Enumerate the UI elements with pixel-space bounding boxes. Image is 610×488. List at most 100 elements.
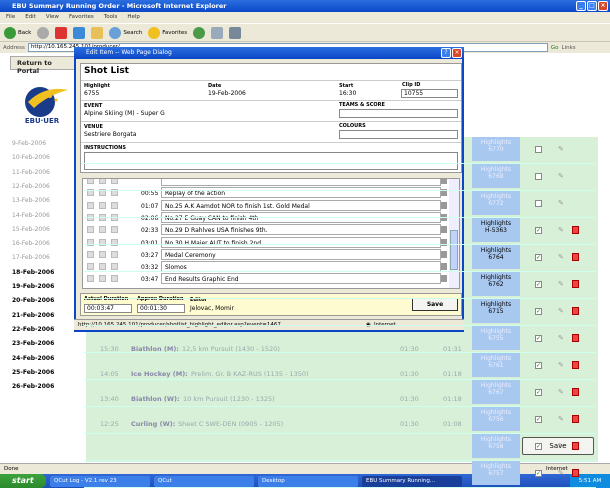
move-down-icon[interactable] xyxy=(99,275,106,283)
shot-row[interactable]: 03:47 End Results Graphic End xyxy=(87,273,447,285)
move-up-icon[interactable] xyxy=(87,179,94,184)
edit-pencil-icon[interactable]: ✎ xyxy=(558,199,566,207)
edit-pencil-icon[interactable]: ✎ xyxy=(558,172,566,180)
edit-pencil-icon[interactable]: ✎ xyxy=(558,253,566,261)
date-item[interactable]: 21-Feb-2006 xyxy=(8,309,78,321)
highlight-checkbox[interactable]: ✓ xyxy=(535,362,542,369)
edit-pencil-icon[interactable]: ✎ xyxy=(558,361,566,369)
pdf-icon[interactable] xyxy=(572,226,579,234)
edit-pencil-icon[interactable]: ✎ xyxy=(558,307,566,315)
shot-description-input[interactable]: No.29 D Rahlves USA finishes 9th. xyxy=(161,224,441,236)
edit-pencil-icon[interactable]: ✎ xyxy=(558,226,566,234)
minimize-icon[interactable]: _ xyxy=(576,1,586,11)
shot-row[interactable] xyxy=(87,179,447,187)
menu-edit[interactable]: Edit xyxy=(25,14,36,23)
shot-row[interactable]: 02:33 No.29 D Rahlves USA finishes 9th. xyxy=(87,224,447,236)
pdf-icon[interactable] xyxy=(572,415,579,423)
favorites-button[interactable]: Favorites xyxy=(148,26,187,39)
highlight-checkbox[interactable]: ✓ xyxy=(535,470,542,477)
return-to-portal-button[interactable]: Return to Portal xyxy=(10,56,78,75)
highlight-checkbox[interactable] xyxy=(535,173,542,180)
shot-description-input[interactable]: No.25 A.K Aamdot NOR to finish 1st. Gold… xyxy=(161,199,441,211)
scrollbar-thumb[interactable] xyxy=(450,230,458,270)
shot-row[interactable]: 03:01 No.30 H Maier AUT to finish 2nd. xyxy=(87,236,447,249)
approx-duration-input[interactable]: 00:01:30 xyxy=(137,304,185,313)
menu-help[interactable]: Help xyxy=(127,14,140,23)
pdf-icon[interactable] xyxy=(572,280,579,288)
trash-icon[interactable] xyxy=(441,275,447,283)
highlight-checkbox[interactable]: ✓ xyxy=(535,281,542,288)
pdf-icon[interactable] xyxy=(572,334,579,342)
date-item[interactable]: 12-Feb-2006 xyxy=(8,180,78,192)
menu-file[interactable]: File xyxy=(6,14,15,23)
menu-favorites[interactable]: Favorites xyxy=(69,14,94,23)
date-item[interactable]: 24-Feb-2006 xyxy=(8,352,78,364)
highlight-checkbox[interactable]: ✓ xyxy=(535,443,542,450)
edit-pencil-icon[interactable]: ✎ xyxy=(558,280,566,288)
links-label[interactable]: Links xyxy=(562,45,576,51)
edit-pencil-icon[interactable]: ✎ xyxy=(558,334,566,342)
clip-id-input[interactable]: 10755 xyxy=(401,89,458,98)
move-up-icon[interactable] xyxy=(87,263,94,271)
highlight-checkbox[interactable]: ✓ xyxy=(535,335,542,342)
dialog-close-icon[interactable]: × xyxy=(452,48,462,58)
insert-icon[interactable] xyxy=(111,250,118,258)
date-item[interactable]: 14-Feb-2006 xyxy=(8,209,78,221)
taskbar-item[interactable]: QCut xyxy=(154,475,254,487)
back-button[interactable]: Back xyxy=(4,26,31,39)
edit-pencil-icon[interactable]: ✎ xyxy=(558,442,566,450)
help-icon[interactable]: ? xyxy=(441,48,451,58)
forward-arrow-icon[interactable] xyxy=(37,26,50,39)
highlight-checkbox[interactable] xyxy=(535,146,542,153)
highlight-cell[interactable]: Highlights 6762 xyxy=(472,272,520,296)
highlight-cell[interactable]: Highlights 6770 xyxy=(472,137,520,161)
move-up-icon[interactable] xyxy=(87,275,94,283)
home-icon[interactable] xyxy=(91,26,104,39)
edit-pencil-icon[interactable]: ✎ xyxy=(558,469,566,477)
move-down-icon[interactable] xyxy=(99,201,106,209)
media-icon[interactable] xyxy=(193,26,206,39)
pdf-icon[interactable] xyxy=(572,253,579,261)
table-row[interactable]: 13:40 Biathlon (W): 10 km Pursuit (1230 - … xyxy=(98,395,478,407)
pdf-icon[interactable] xyxy=(572,442,579,450)
date-item[interactable]: 26-Feb-2006 xyxy=(8,380,78,392)
highlight-cell[interactable]: Highlights H-5363 xyxy=(472,218,520,242)
date-item[interactable]: 11-Feb-2006 xyxy=(8,166,78,178)
date-item[interactable]: 15-Feb-2006 xyxy=(8,223,78,235)
menu-tools[interactable]: Tools xyxy=(104,14,118,23)
highlight-cell[interactable]: Highlights 6758 xyxy=(472,434,520,458)
refresh-icon[interactable] xyxy=(73,26,86,39)
pdf-icon[interactable] xyxy=(572,361,579,369)
shot-row[interactable]: 01:07 No.25 A.K Aamdot NOR to finish 1st.… xyxy=(87,199,447,212)
highlight-checkbox[interactable]: ✓ xyxy=(535,308,542,315)
table-row[interactable]: 15:30 Biathlon (M): 12,5 km Pursuit (1430 … xyxy=(98,345,478,357)
pdf-icon[interactable] xyxy=(572,469,579,477)
mail-icon[interactable] xyxy=(211,26,224,39)
pdf-icon[interactable] xyxy=(572,307,579,315)
move-down-icon[interactable] xyxy=(99,263,106,271)
shot-description-input[interactable]: Medal Ceremony xyxy=(161,248,441,260)
date-item[interactable]: 17-Feb-2006 xyxy=(8,251,78,263)
date-item[interactable]: 23-Feb-2006 xyxy=(8,337,78,349)
pdf-icon[interactable] xyxy=(572,388,579,396)
date-item[interactable]: 25-Feb-2006 xyxy=(8,366,78,378)
taskbar-item[interactable]: EBU Summary Running... xyxy=(362,475,462,487)
instructions-input[interactable] xyxy=(84,152,458,170)
insert-icon[interactable] xyxy=(111,179,118,184)
shot-description-input[interactable]: End Results Graphic End xyxy=(161,273,441,285)
insert-icon[interactable] xyxy=(111,201,118,209)
menu-view[interactable]: View xyxy=(46,14,59,23)
date-item[interactable]: 18-Feb-2006 xyxy=(8,266,78,278)
move-down-icon[interactable] xyxy=(99,226,106,234)
date-item[interactable]: 22-Feb-2006 xyxy=(8,323,78,335)
table-row[interactable]: 12:25 Curling (W): Sheet C SWE-DEN (0905 -… xyxy=(98,420,478,432)
highlight-checkbox[interactable]: ✓ xyxy=(535,389,542,396)
highlight-cell[interactable]: Highlights 6764 xyxy=(472,245,520,269)
shot-description-input[interactable] xyxy=(161,179,441,186)
insert-icon[interactable] xyxy=(111,275,118,283)
table-row[interactable]: 14:05 Ice Hockey (M): Prelim. Gr. B KAZ-RU… xyxy=(98,370,478,382)
highlight-cell[interactable]: Highlights 6761 xyxy=(472,353,520,377)
trash-icon[interactable] xyxy=(441,226,447,234)
highlight-cell[interactable]: Highlights 6757 xyxy=(472,461,520,485)
go-button[interactable]: Go xyxy=(551,45,559,51)
